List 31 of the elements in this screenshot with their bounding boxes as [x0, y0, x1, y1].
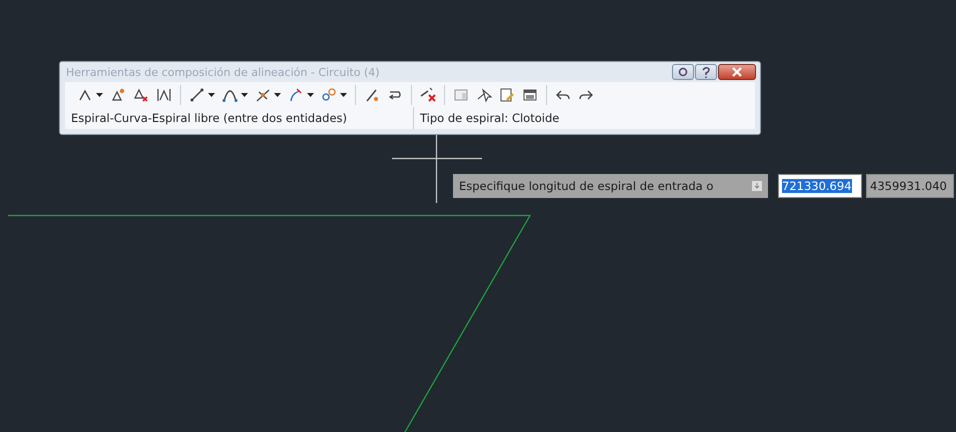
caret-icon	[307, 92, 314, 96]
close-icon	[732, 67, 742, 77]
caret-icon	[340, 92, 347, 96]
pick-cursor-icon	[476, 86, 492, 102]
settings-button[interactable]	[672, 64, 694, 80]
caret-icon	[274, 92, 281, 96]
panel-icon	[453, 86, 469, 102]
help-icon	[701, 66, 711, 78]
close-button[interactable]	[718, 64, 756, 80]
triangle-bars-icon	[156, 86, 172, 102]
coordinate-field[interactable]: 721330.694	[778, 174, 862, 198]
triangle-delete-icon	[133, 86, 149, 102]
settings-icon	[678, 67, 688, 77]
prompt-text: Especifique longitud de espiral de entrada o	[459, 179, 714, 193]
delete-entity-icon	[420, 86, 436, 102]
spiral-icon	[288, 86, 304, 102]
window-title: Herramientas de composición de alineación - Circuito (4)	[66, 66, 380, 78]
status-text: Espiral-Curva-Espiral libre (entre dos entidades)	[65, 107, 414, 129]
line-icon	[189, 86, 205, 102]
status-text: Tipo de espiral: Clotoide	[419, 110, 560, 127]
caret-icon	[96, 92, 103, 96]
triangle-point-icon	[110, 86, 126, 102]
grid-window-icon	[522, 86, 538, 102]
help-button[interactable]	[695, 64, 717, 80]
arrow-down-icon[interactable]	[752, 181, 762, 191]
coordinate-field[interactable]: 4359931.040	[866, 174, 954, 198]
tool-button[interactable]	[418, 84, 438, 104]
edit-sheet-icon	[499, 86, 515, 102]
cross-lines-icon	[255, 86, 271, 102]
caret-icon	[208, 92, 215, 96]
caret-icon	[241, 92, 248, 96]
